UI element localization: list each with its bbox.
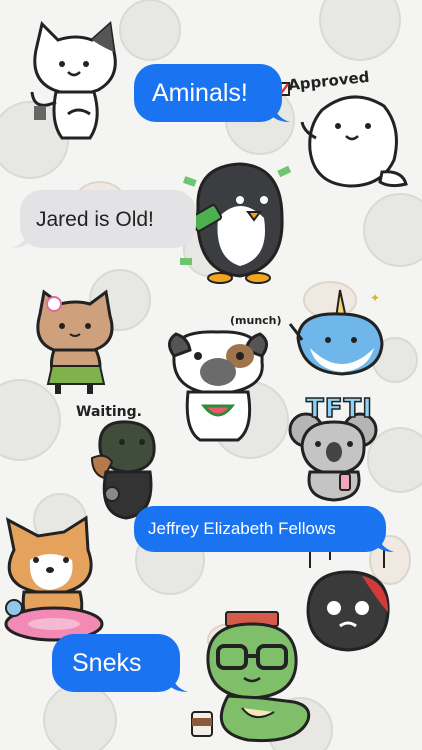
snake-glasses-sticker[interactable]: [188, 611, 328, 750]
svg-text:✦: ✦: [370, 291, 380, 305]
bubble-tail: [376, 532, 394, 552]
bubble-tail: [12, 228, 30, 248]
waiting-label: Waiting.: [76, 404, 142, 420]
message-bubble-jared[interactable]: Jared is Old!: [12, 190, 196, 248]
cat-sticker[interactable]: [28, 21, 123, 147]
koala-sticker[interactable]: [288, 412, 384, 504]
bubble-tail: [170, 672, 188, 692]
narwhal-sticker[interactable]: ✦: [288, 288, 392, 380]
message-text: Jared is Old!: [36, 208, 154, 231]
message-text: Jeffrey Elizabeth Fellows: [148, 519, 336, 538]
bubble-tail: [272, 102, 290, 122]
message-text: Aminals!: [152, 79, 248, 107]
message-bubble-jeffrey[interactable]: Jeffrey Elizabeth Fellows: [134, 506, 394, 552]
seal-sticker[interactable]: [300, 88, 410, 193]
pug-watermelon-sticker[interactable]: [160, 326, 278, 446]
hula-cat-sticker[interactable]: [30, 288, 122, 398]
message-text: Sneks: [72, 649, 142, 677]
message-bubble-sneks[interactable]: Sneks: [52, 634, 188, 692]
corgi-sticker[interactable]: [0, 515, 122, 650]
tfti-label: TFTI: [305, 393, 373, 425]
munch-label: (munch): [230, 314, 282, 327]
message-bubble-aminals[interactable]: Aminals!: [134, 64, 290, 122]
